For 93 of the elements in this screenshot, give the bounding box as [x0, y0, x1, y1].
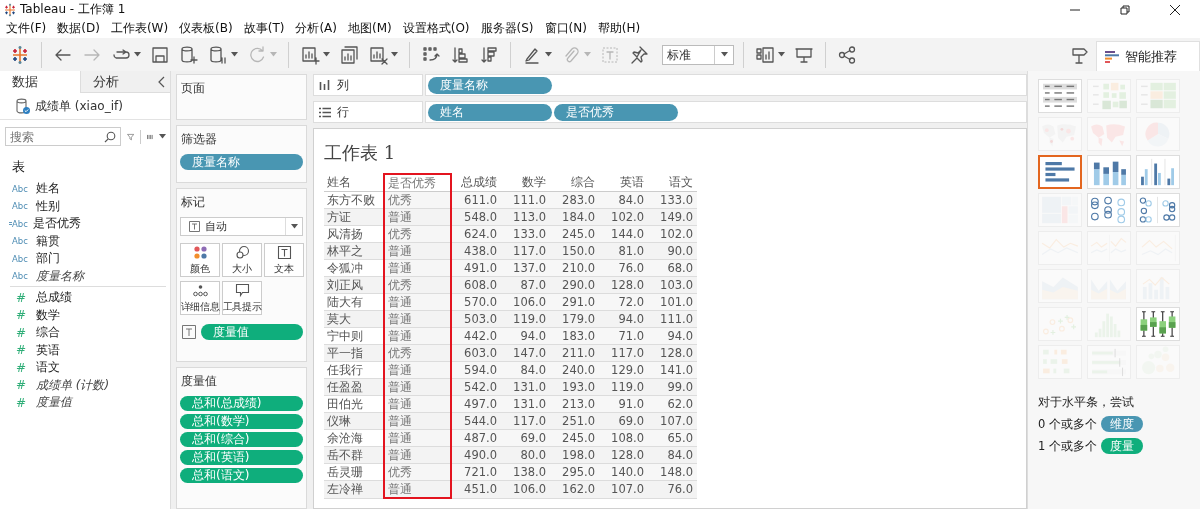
dimension-type-icon: Abc: [12, 201, 36, 212]
requirement-text: 1 个或多个: [1038, 438, 1097, 454]
datasource-name[interactable]: 成绩单 (xiao_if): [35, 97, 123, 115]
marks-property-button[interactable]: 大小: [222, 243, 262, 277]
column-header: 语文: [648, 174, 697, 192]
marks-property-button[interactable]: 颜色: [180, 243, 220, 277]
menu-item[interactable]: 窗口(N): [542, 20, 596, 37]
caret-icon: [270, 52, 277, 57]
caret-icon: [323, 52, 330, 57]
requirement-text: 0 个或多个: [1038, 416, 1097, 432]
menu-item[interactable]: 仪表板(B): [177, 20, 242, 37]
marks-property-button[interactable]: 工具提示: [222, 281, 262, 315]
field-name[interactable]: 是否优秀: [33, 215, 81, 233]
datasource-icon: [15, 97, 31, 115]
shelf-label: 行: [313, 101, 423, 123]
measure-type-icon: #: [12, 343, 36, 358]
menu-item[interactable]: 设置格式(O): [400, 20, 479, 37]
worksheet-title: 工作表 1: [324, 141, 397, 165]
measure-type-icon: #: [12, 378, 36, 393]
search-icon[interactable]: [104, 131, 116, 143]
menu-item[interactable]: 帮助(H): [595, 20, 650, 37]
caret-icon: [134, 52, 141, 57]
field-name[interactable]: 数学: [36, 306, 60, 324]
restore-icon[interactable]: [1119, 3, 1131, 16]
close-icon[interactable]: [1169, 3, 1181, 16]
dimension-type-icon: Abc: [12, 253, 36, 264]
field-type-pill: 度量: [1101, 438, 1143, 454]
menu-item[interactable]: 服务器(S): [478, 20, 543, 37]
caret-icon[interactable]: [159, 134, 166, 139]
menu-item[interactable]: 文件(F): [4, 20, 56, 37]
search-field[interactable]: 搜索: [5, 127, 121, 146]
field-type-pill: 维度: [1101, 416, 1143, 432]
card-title: 页面: [180, 80, 206, 97]
dimension-type-icon: Abc: [12, 236, 36, 247]
field-name[interactable]: 部门: [36, 250, 60, 268]
measure-type-icon: #: [12, 360, 36, 375]
field-name[interactable]: 姓名: [36, 180, 60, 198]
chart-type-button[interactable]: [1038, 155, 1082, 189]
column-header: 数学: [501, 174, 550, 192]
card-title: 标记: [180, 194, 206, 211]
dimension-type-icon: Abc: [12, 271, 36, 282]
field-name[interactable]: 成绩单 (计数): [36, 376, 110, 394]
menu-item[interactable]: 地图(M): [346, 20, 401, 37]
columns-icon: [319, 79, 331, 91]
section-heading: 表: [11, 158, 26, 176]
field-name[interactable]: 度量名称: [36, 267, 84, 285]
logo-icon: [3, 2, 17, 17]
field-name[interactable]: 英语: [36, 341, 60, 359]
menu-item[interactable]: 故事(T): [241, 20, 294, 37]
field-name[interactable]: 语文: [36, 359, 60, 377]
caret-icon: [778, 52, 785, 57]
collapse-icon[interactable]: [158, 76, 166, 88]
dimension-type-icon: Abc: [12, 218, 33, 229]
marks-property-button[interactable]: 文本: [264, 243, 304, 277]
text-box-icon[interactable]: [182, 325, 196, 339]
caret-icon: [391, 52, 398, 57]
caret-icon[interactable]: [290, 224, 298, 229]
fit-dropdown[interactable]: 标准: [662, 44, 734, 65]
field-name[interactable]: 综合: [36, 324, 60, 342]
column-header: 总成绩: [451, 174, 501, 192]
measure-type-icon: #: [12, 308, 36, 323]
measure-type-icon: #: [12, 325, 36, 340]
measure-type-icon: #: [12, 290, 36, 305]
caret-icon[interactable]: [720, 52, 728, 57]
field-name[interactable]: 性别: [36, 197, 60, 215]
mark-type-dropdown[interactable]: 自动: [180, 217, 303, 236]
dimension-type-icon: Abc: [12, 183, 36, 194]
marks-property-button[interactable]: 详细信息: [180, 281, 220, 315]
column-header: 是否优秀: [384, 174, 451, 192]
caret-icon: [584, 52, 591, 57]
menu-item[interactable]: 数据(D): [55, 20, 109, 37]
column-header: 英语: [599, 174, 648, 192]
field-name[interactable]: 籍贯: [36, 232, 60, 250]
window-title: Tableau - 工作簿 1: [20, 1, 126, 18]
column-header: 姓名: [324, 174, 384, 192]
caret-icon: [231, 52, 238, 57]
shelf-label: 列: [313, 74, 423, 96]
hint-text: 对于水平条，尝试: [1038, 395, 1135, 410]
field-name[interactable]: 总成绩: [36, 289, 72, 307]
caret-icon: [545, 52, 552, 57]
menu-item[interactable]: 工作表(W): [108, 20, 178, 37]
toolbar-button[interactable]: [753, 44, 787, 65]
rows-icon: [319, 106, 331, 118]
menu-item[interactable]: 分析(A): [293, 20, 346, 37]
measure-type-icon: #: [12, 395, 36, 410]
column-header: 综合: [550, 174, 599, 192]
card-title: 筛选器: [180, 131, 218, 148]
field-name[interactable]: 度量值: [36, 394, 72, 412]
card-title: 度量值: [180, 373, 218, 390]
pane-tab[interactable]: 分析: [80, 71, 170, 93]
text-box-icon: [189, 221, 200, 232]
bar-chart-icon: [1105, 50, 1119, 63]
show-me-tab[interactable]: 智能推荐: [1096, 40, 1200, 72]
